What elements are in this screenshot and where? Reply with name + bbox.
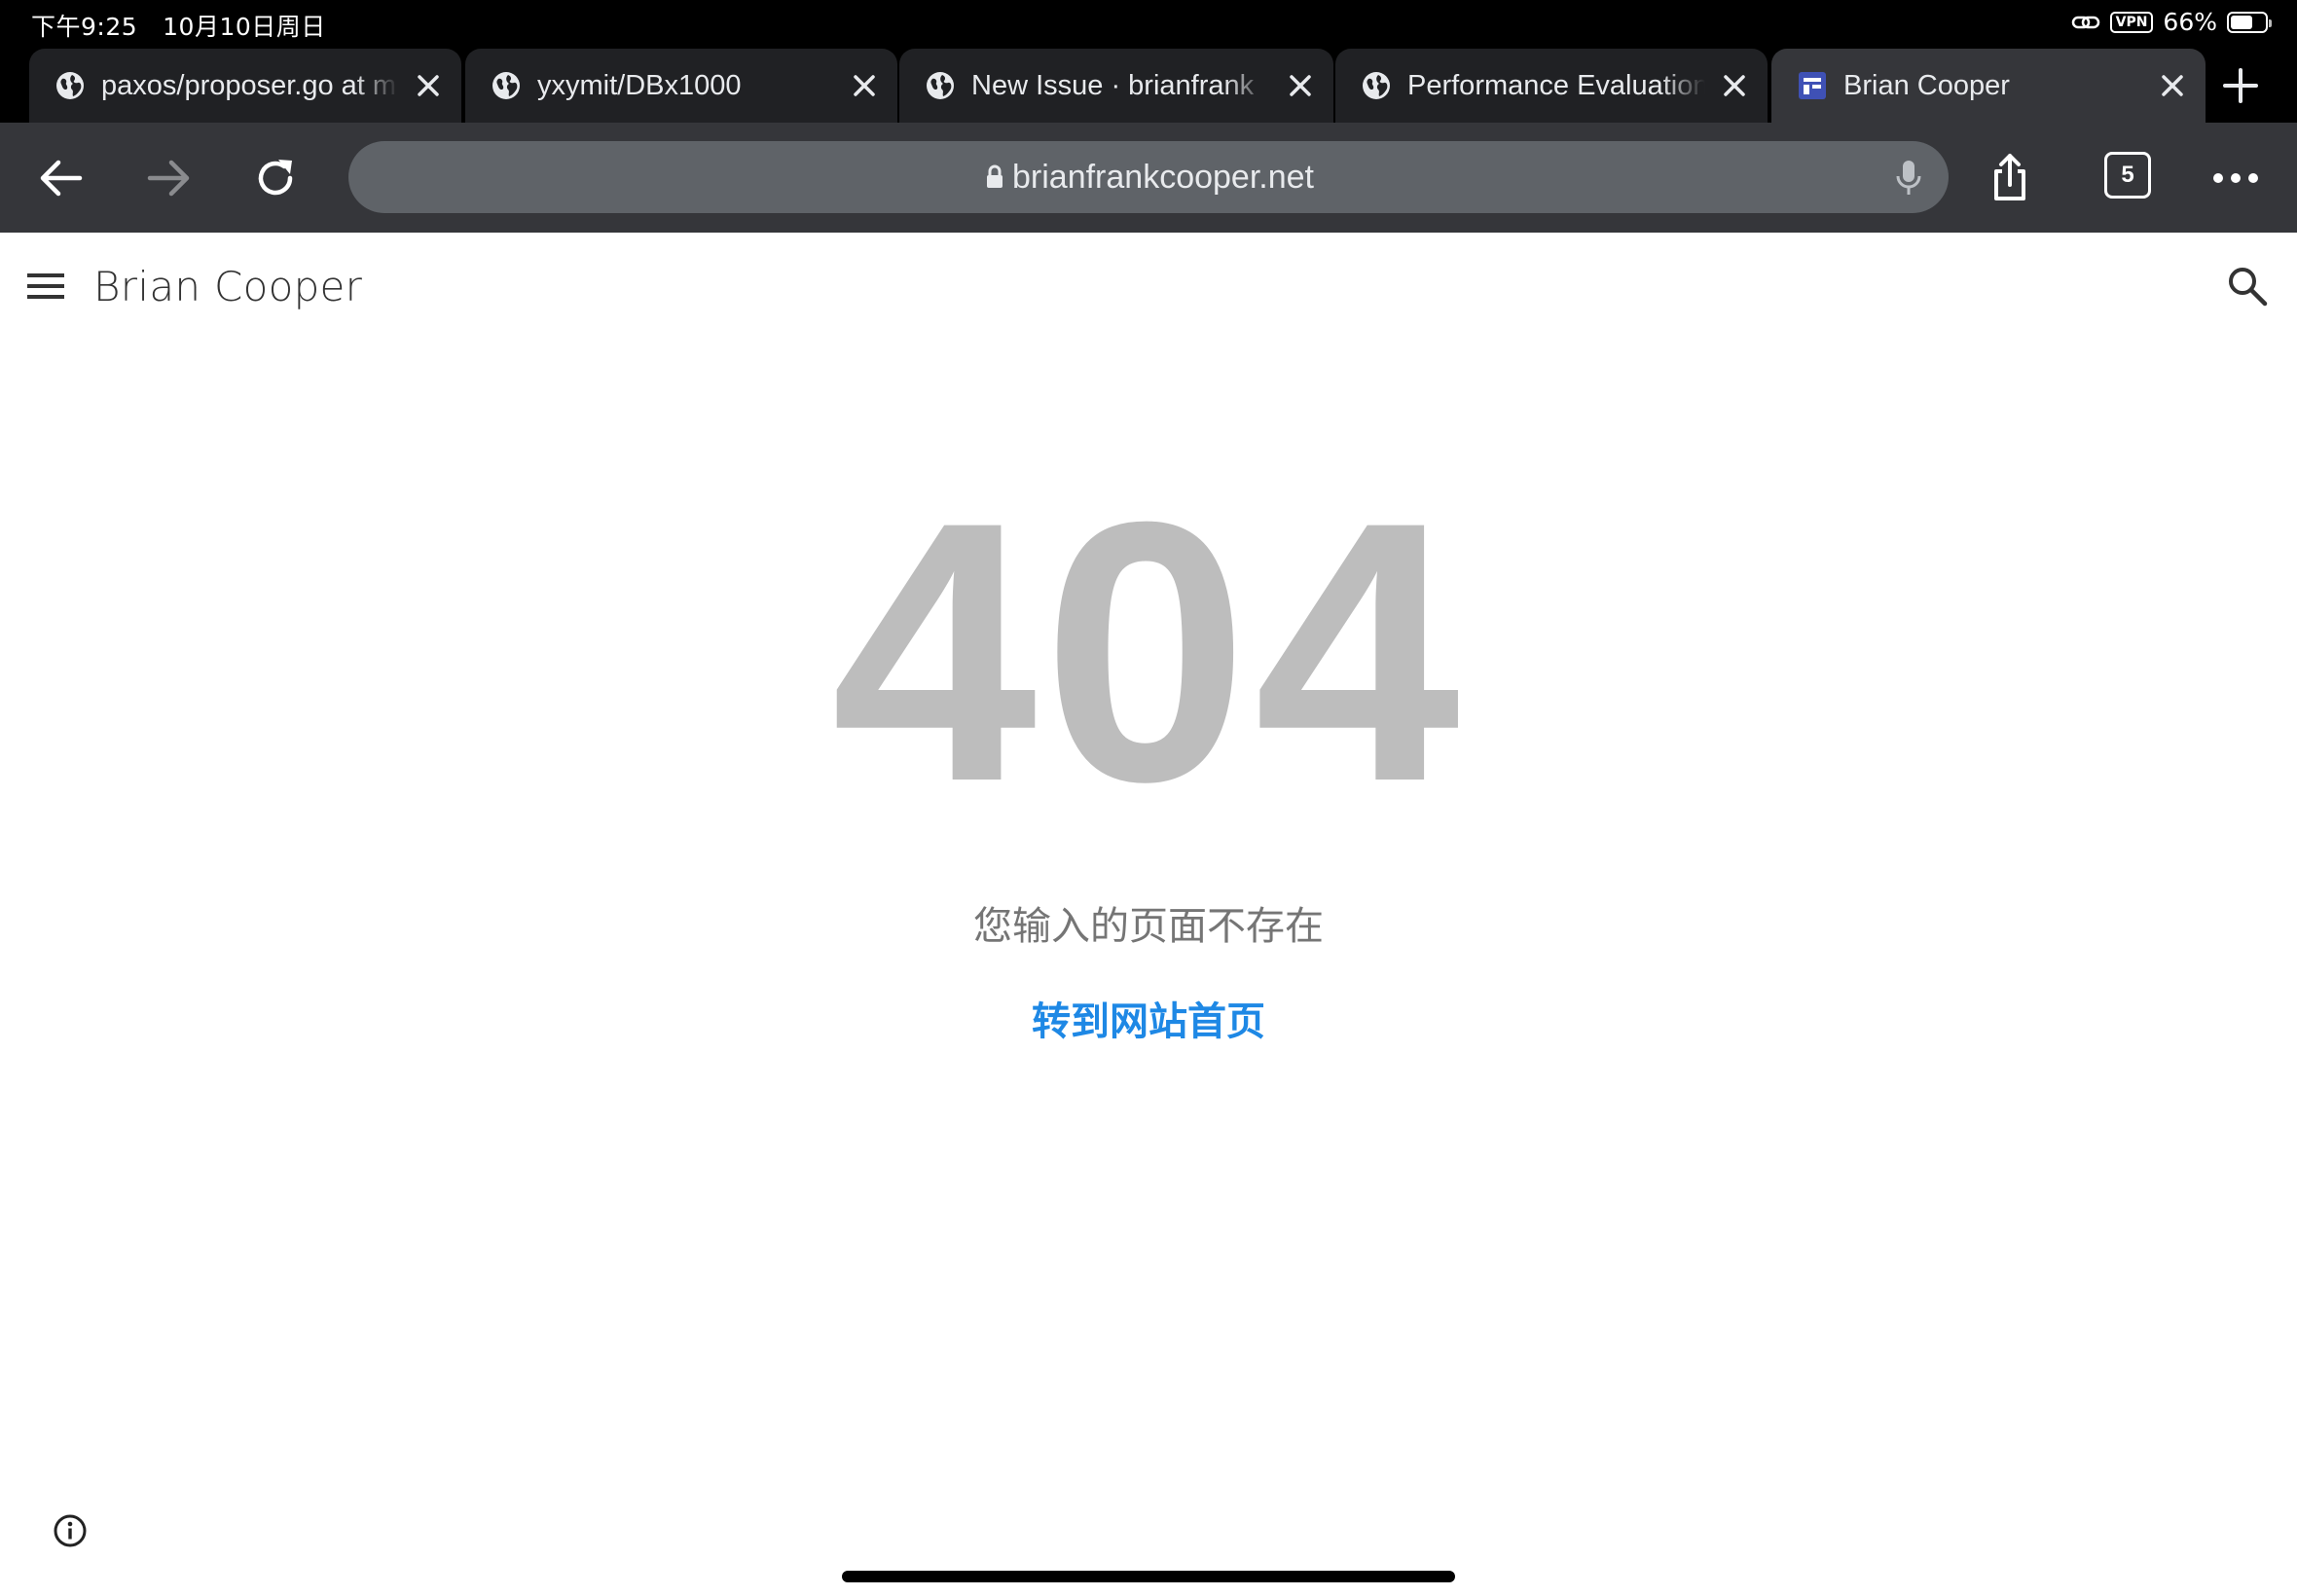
- site-header: Brian Cooper: [0, 233, 2297, 340]
- tab-title: Performance Evaluation: [1407, 70, 1705, 101]
- tab-title: Brian Cooper: [1843, 70, 2010, 101]
- tab-new-issue[interactable]: New Issue · brianfrank: [899, 49, 1333, 123]
- link-icon: [2071, 16, 2099, 28]
- globe-icon: [927, 72, 954, 99]
- lock-icon: [987, 164, 1003, 188]
- reload-button[interactable]: [249, 152, 302, 204]
- tab-paxos-proposer[interactable]: paxos/proposer.go at m: [29, 49, 461, 123]
- tab-title: paxos/proposer.go at m: [101, 70, 397, 101]
- globe-icon: [492, 72, 520, 99]
- share-button[interactable]: [1984, 152, 2036, 204]
- tab-brian-cooper[interactable]: Brian Cooper: [1771, 49, 2206, 123]
- go-to-homepage-link[interactable]: 转到网站首页: [0, 995, 2297, 1049]
- arrow-right-icon: [147, 160, 190, 197]
- site-logo-icon: [1799, 72, 1826, 99]
- more-horizontal-icon: [2213, 173, 2258, 183]
- battery-icon: [2227, 11, 2272, 33]
- close-icon[interactable]: [849, 70, 880, 101]
- close-icon[interactable]: [413, 70, 444, 101]
- reload-icon: [258, 160, 293, 196]
- close-icon[interactable]: [1719, 70, 1750, 101]
- status-time: 下午9:25: [31, 13, 138, 41]
- forward-button[interactable]: [142, 152, 195, 204]
- share-icon: [1994, 154, 2025, 200]
- microphone-icon[interactable]: [1894, 159, 1923, 198]
- tab-dbx1000[interactable]: yxymit/DBx1000: [465, 49, 897, 123]
- hamburger-menu-icon[interactable]: [27, 272, 64, 301]
- browser-toolbar: brianfrankcooper.net 5: [0, 123, 2297, 233]
- url-text: brianfrankcooper.net: [1012, 159, 1314, 196]
- home-indicator[interactable]: [842, 1571, 1455, 1582]
- info-icon[interactable]: [53, 1513, 88, 1548]
- more-menu-button[interactable]: [2209, 152, 2262, 204]
- vpn-badge: VPN: [2109, 11, 2154, 33]
- battery-percent: 66%: [2163, 8, 2217, 36]
- tab-title: yxymit/DBx1000: [537, 70, 742, 101]
- close-icon[interactable]: [1285, 70, 1316, 101]
- site-title[interactable]: Brian Cooper: [93, 262, 362, 312]
- tab-performance-evaluation[interactable]: Performance Evaluation: [1335, 49, 1768, 123]
- globe-icon: [1363, 72, 1390, 99]
- close-icon[interactable]: [2157, 70, 2188, 101]
- status-date: 10月10日周日: [163, 13, 326, 41]
- tab-switcher-button[interactable]: 5: [2104, 152, 2151, 199]
- tab-title: New Issue · brianfrank: [971, 70, 1255, 101]
- search-icon[interactable]: [2227, 266, 2268, 307]
- battery-fill: [2231, 15, 2252, 29]
- tab-strip: paxos/proposer.go at m yxymit/DBx1000 Ne…: [0, 49, 2297, 123]
- arrow-left-icon: [40, 160, 83, 197]
- error-code: 404: [830, 445, 1466, 858]
- status-time-date: 下午9:25 10月10日周日: [31, 8, 326, 43]
- error-message: 您输入的页面不存在: [973, 904, 1324, 949]
- address-bar[interactable]: brianfrankcooper.net: [348, 141, 1949, 213]
- back-button[interactable]: [35, 152, 88, 204]
- new-tab-icon[interactable]: [2221, 66, 2260, 105]
- status-bar: 下午9:25 10月10日周日 VPN 66%: [0, 0, 2297, 49]
- globe-icon: [56, 72, 84, 99]
- status-indicators: VPN 66%: [2071, 8, 2272, 36]
